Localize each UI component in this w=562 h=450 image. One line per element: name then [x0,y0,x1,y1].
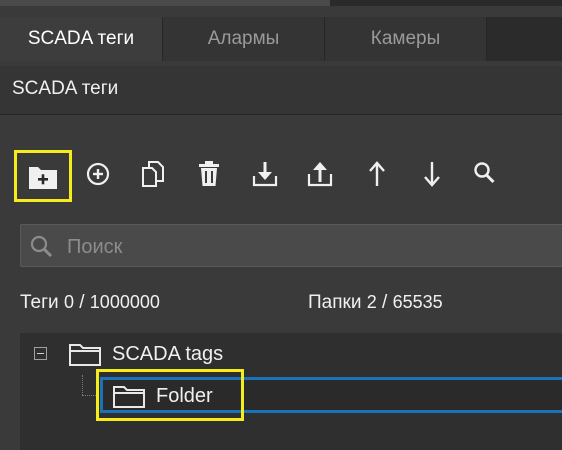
add-folder-icon [29,167,57,189]
folders-counter: Папки 2 / 65535 [308,292,443,314]
tags-count: 0 [63,292,74,312]
search-icon [474,162,495,184]
arrow-up-icon [369,161,385,186]
tags-counter: Теги 0 / 1000000 [20,292,160,314]
arrow-down-icon [424,162,440,187]
folder-icon [113,386,145,408]
tab-alarms[interactable]: Алармы [163,17,325,61]
tree-node-root[interactable]: SCADA tags [112,343,223,366]
window-top-strip [0,0,562,6]
tab-scada-tags[interactable]: SCADA теги [0,17,163,61]
folders-count: 2 [366,292,377,312]
collapse-toggle[interactable] [34,347,47,360]
add-folder-button[interactable] [26,160,60,194]
export-button[interactable] [303,157,337,191]
folder-icon [69,344,101,366]
top-strip-segment [160,0,331,6]
search-toggle-button[interactable] [468,157,502,191]
export-icon [307,162,333,187]
tree-guide-vertical [82,375,83,395]
folders-separator: / [382,292,388,313]
tags-label: Теги [20,292,59,313]
tab-cameras[interactable]: Камеры [325,17,487,61]
tag-tree: SCADA tags Folder [20,333,562,450]
panel-title: SCADA теги [12,78,119,99]
search-box [20,224,562,267]
import-button[interactable] [248,157,282,191]
tags-max: 1000000 [89,292,160,312]
add-tag-button[interactable] [81,157,115,191]
trash-icon [199,161,219,186]
import-icon [252,162,278,187]
panel-header: SCADA теги [0,66,562,115]
tree-node-folder[interactable]: Folder [156,385,213,408]
search-field-icon [30,235,53,258]
folders-label: Папки [308,292,362,313]
top-strip-segment [0,0,161,6]
add-circle-icon [86,162,110,186]
folders-max: 65535 [392,292,443,312]
search-input[interactable] [65,233,549,261]
move-up-button[interactable] [360,157,394,191]
tab-bar: SCADA теги Алармы Камеры [0,17,562,61]
move-down-button[interactable] [415,157,449,191]
tags-separator: / [79,292,85,313]
copy-icon [142,161,164,187]
copy-button[interactable] [136,157,170,191]
delete-button[interactable] [192,157,226,191]
